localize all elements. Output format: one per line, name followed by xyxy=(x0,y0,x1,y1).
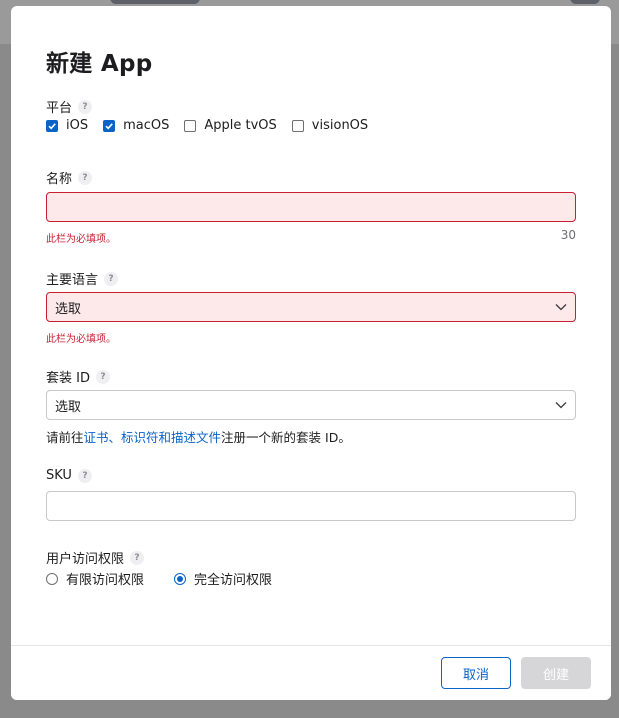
ios-checkbox[interactable] xyxy=(46,119,58,132)
platform-option-visionos[interactable]: visionOS xyxy=(291,118,369,133)
bundle-id-select[interactable]: 选取 xyxy=(46,390,576,420)
create-button[interactable]: 创建 xyxy=(521,657,591,689)
name-label-row: 名称 ? xyxy=(46,168,93,187)
full-access-radio[interactable] xyxy=(174,572,187,585)
name-label: 名称 xyxy=(46,172,73,187)
platform-option-macos[interactable]: macOS xyxy=(103,118,169,133)
language-help-icon[interactable]: ? xyxy=(104,271,119,286)
name-help-icon[interactable]: ? xyxy=(78,170,93,185)
access-options: 有限访问权限 完全访问权限 xyxy=(46,569,302,588)
platform-option-tvos[interactable]: Apple tvOS xyxy=(184,118,277,133)
platform-option-ios[interactable]: iOS xyxy=(46,118,88,133)
tvos-label: Apple tvOS xyxy=(204,118,277,133)
certificates-link[interactable]: 证书、标识符和描述文件 xyxy=(84,430,222,445)
hint-suffix: 注册一个新的套装 ID。 xyxy=(221,430,351,445)
sku-label-row: SKU ? xyxy=(46,468,92,483)
name-char-counter: 30 xyxy=(560,228,576,242)
visionos-label: visionOS xyxy=(311,118,369,133)
full-access-label: 完全访问权限 xyxy=(194,573,273,588)
bundle-id-hint: 请前往证书、标识符和描述文件注册一个新的套装 ID。 xyxy=(46,427,351,446)
platform-label: 平台 xyxy=(46,101,73,116)
hint-prefix: 请前往 xyxy=(46,430,84,445)
bundle-id-help-icon[interactable]: ? xyxy=(95,369,110,384)
access-label: 用户访问权限 xyxy=(46,552,125,567)
bundle-id-label-row: 套装 ID ? xyxy=(46,367,110,386)
dialog-body: 新建 App 平台 ? iOS macOS Apple tvOS visionO… xyxy=(11,6,611,646)
limited-access-label: 有限访问权限 xyxy=(66,573,145,588)
cancel-button[interactable]: 取消 xyxy=(441,657,511,689)
platform-help-icon[interactable]: ? xyxy=(78,99,93,114)
access-option-full[interactable]: 完全访问权限 xyxy=(174,569,272,588)
language-error-message: 此栏为必填项。 xyxy=(46,334,116,345)
bundle-id-label: 套装 ID xyxy=(46,371,90,386)
name-error-message: 此栏为必填项。 xyxy=(46,234,116,245)
language-label: 主要语言 xyxy=(46,273,99,288)
sku-label: SKU xyxy=(46,468,72,483)
macos-checkbox[interactable] xyxy=(103,119,116,132)
language-select-value: 选取 xyxy=(55,301,82,317)
language-select[interactable]: 选取 xyxy=(46,292,576,322)
platform-label-row: 平台 ? xyxy=(46,97,93,116)
macos-label: macOS xyxy=(123,118,170,133)
background-element xyxy=(110,0,200,4)
ios-label: iOS xyxy=(66,118,89,133)
tvos-checkbox[interactable] xyxy=(184,119,197,132)
sku-help-icon[interactable]: ? xyxy=(77,468,92,483)
checkmark-icon xyxy=(105,122,113,129)
dialog-footer: 取消 创建 xyxy=(11,645,611,700)
language-label-row: 主要语言 ? xyxy=(46,269,119,288)
access-label-row: 用户访问权限 ? xyxy=(46,548,145,567)
chevron-down-icon xyxy=(555,304,567,311)
background-element xyxy=(570,0,600,4)
dialog-title: 新建 App xyxy=(46,51,153,77)
new-app-dialog: 新建 App 平台 ? iOS macOS Apple tvOS visionO… xyxy=(11,6,611,700)
sku-input[interactable] xyxy=(46,491,576,521)
access-help-icon[interactable]: ? xyxy=(130,550,145,565)
chevron-down-icon xyxy=(555,402,567,409)
visionos-checkbox[interactable] xyxy=(291,119,304,132)
access-option-limited[interactable]: 有限访问权限 xyxy=(46,569,144,588)
name-input[interactable] xyxy=(46,192,576,222)
checkmark-icon xyxy=(48,122,56,129)
limited-access-radio[interactable] xyxy=(46,572,58,585)
platform-options: iOS macOS Apple tvOS visionOS xyxy=(46,118,383,133)
bundle-id-select-value: 选取 xyxy=(55,399,82,415)
